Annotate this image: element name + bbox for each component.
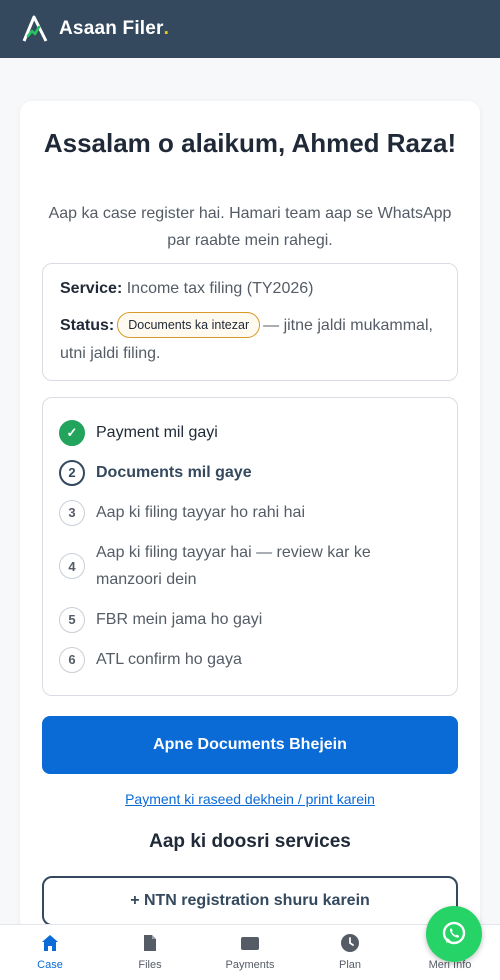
brand-name[interactable]: Asaan Filer [59,18,164,40]
card-icon [241,937,259,950]
brand-dot: . [163,18,169,39]
step-item: 3 Aap ki filing tayyar ho rahi hai [59,499,396,526]
nav-label: Files [138,959,162,971]
status-label: Status: [60,317,115,334]
home-icon [42,935,58,951]
step-number: 4 [59,553,85,579]
step-item: 2 Documents mil gaye [59,459,396,486]
progress-steps: ✓ Payment mil gayi 2 Documents mil gaye … [42,397,458,696]
chart-mountain-logo [22,15,48,42]
service-line: Service: Income tax filing (TY2026) [60,280,313,298]
nav-item-payments[interactable]: Payments [200,925,300,980]
bottom-nav: Case Files Payments Plan Meri Info [0,924,500,980]
status-badge: Documents ka intezar [117,312,261,338]
step-label: Payment mil gayi [96,424,218,441]
nav-label: Plan [338,959,362,971]
step-number: 3 [59,499,85,526]
step-label: Documents mil gaye [96,464,252,481]
step-item: 6 ATL confirm ho gaya [59,646,396,673]
send-documents-button[interactable]: Apne Documents Bhejein [42,716,458,774]
step-item: 4 Aap ki filing tayyar hai — review kar … [59,539,396,593]
nav-item-files[interactable]: Files [100,925,200,980]
service-label: Service: [60,280,123,297]
status-line: Status: Documents ka intezar — jitne jaldi… [60,312,450,368]
step-label: Aap ki filing tayyar hai — review kar ke… [96,544,371,588]
check-icon: ✓ [59,419,85,446]
other-services-title: Aap ki doosri services [149,831,351,852]
step-number: 2 [59,459,85,486]
clock-icon [341,934,359,952]
ntn-registration-button[interactable]: + NTN registration shuru karein [42,876,458,926]
step-number: 6 [59,646,85,673]
file-icon [144,935,156,951]
step-item: ✓ Payment mil gayi [59,419,396,446]
step-label: Aap ki filing tayyar ho rahi hai [96,504,305,521]
step-number: 5 [59,606,85,633]
nav-item-case[interactable]: Case [0,925,100,980]
step-label: FBR mein jama ho gayi [96,611,263,628]
greeting-subtitle: Aap ka case register hai. Hamari team aa… [48,205,452,249]
greeting-title: Assalam o alaikum, Ahmed Raza! [43,128,457,158]
whatsapp-button[interactable] [426,906,482,962]
nav-label: Payments [225,959,275,971]
nav-label: Case [37,959,63,971]
whatsapp-icon [442,921,466,945]
nav-item-plan[interactable]: Plan [300,925,400,980]
payment-receipt-link[interactable]: Payment ki raseed dekhein / print karein [0,791,500,807]
step-item: 5 FBR mein jama ho gayi [59,606,396,633]
step-label: ATL confirm ho gaya [96,651,242,668]
app-header: Asaan Filer. [0,0,500,58]
service-value: Income tax filing (TY2026) [126,280,314,297]
service-summary: Service: Income tax filing (TY2026) Stat… [42,263,458,381]
